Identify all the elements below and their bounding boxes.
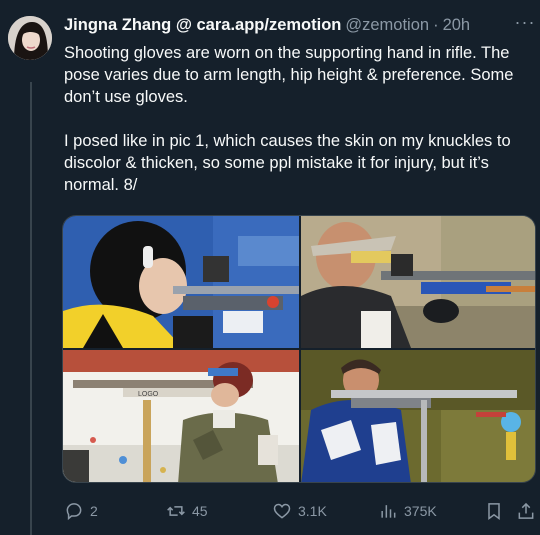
- thread-line: [30, 82, 32, 535]
- rifle-logo-text: LOGO: [138, 391, 159, 398]
- rifle-shooter-photo-3[interactable]: LOGO: [63, 350, 299, 482]
- views-chart-icon: [381, 505, 396, 518]
- tweet-timestamp[interactable]: 20h: [443, 16, 471, 35]
- tweet-header: Jingna Zhang @ cara.app/zemotion @zemoti…: [64, 14, 534, 36]
- rifle-shooter-photo-2[interactable]: [301, 216, 535, 348]
- like-count: 3.1K: [298, 503, 327, 519]
- tweet-text: Shooting gloves are worn on the supporti…: [64, 42, 540, 196]
- more-options-icon[interactable]: ···: [510, 12, 540, 36]
- like-button[interactable]: 3.1K: [272, 501, 327, 521]
- retweet-button[interactable]: 45: [166, 501, 208, 521]
- bookmark-button[interactable]: [484, 501, 504, 521]
- reply-icon: [66, 503, 82, 521]
- retweet-icon: [167, 506, 185, 516]
- bookmark-icon: [488, 503, 500, 520]
- rifle-shooter-photo-4[interactable]: [301, 350, 535, 482]
- rifle-shooter-photo-1[interactable]: [63, 216, 299, 348]
- view-count: 375K: [404, 503, 437, 519]
- heart-icon: [273, 503, 291, 519]
- tweet-paragraph-2: I posed like in pic 1, which causes the …: [64, 132, 511, 194]
- avatar[interactable]: [8, 16, 52, 60]
- avatar-image: [8, 16, 52, 60]
- separator-dot: ·: [433, 15, 439, 34]
- media-grid: LOGO: [62, 215, 536, 483]
- views-button[interactable]: 375K: [378, 501, 437, 521]
- share-button[interactable]: [516, 501, 536, 521]
- action-bar: 2 45 3.1K 375K: [64, 497, 538, 525]
- tweet-paragraph-1: Shooting gloves are worn on the supporti…: [64, 44, 514, 106]
- reply-count: 2: [90, 503, 98, 519]
- retweet-count: 45: [192, 503, 208, 519]
- reply-button[interactable]: 2: [64, 501, 98, 521]
- author-handle[interactable]: @zemotion: [345, 16, 429, 35]
- share-icon: [518, 502, 534, 519]
- author-name[interactable]: Jingna Zhang @ cara.app/zemotion: [64, 16, 341, 35]
